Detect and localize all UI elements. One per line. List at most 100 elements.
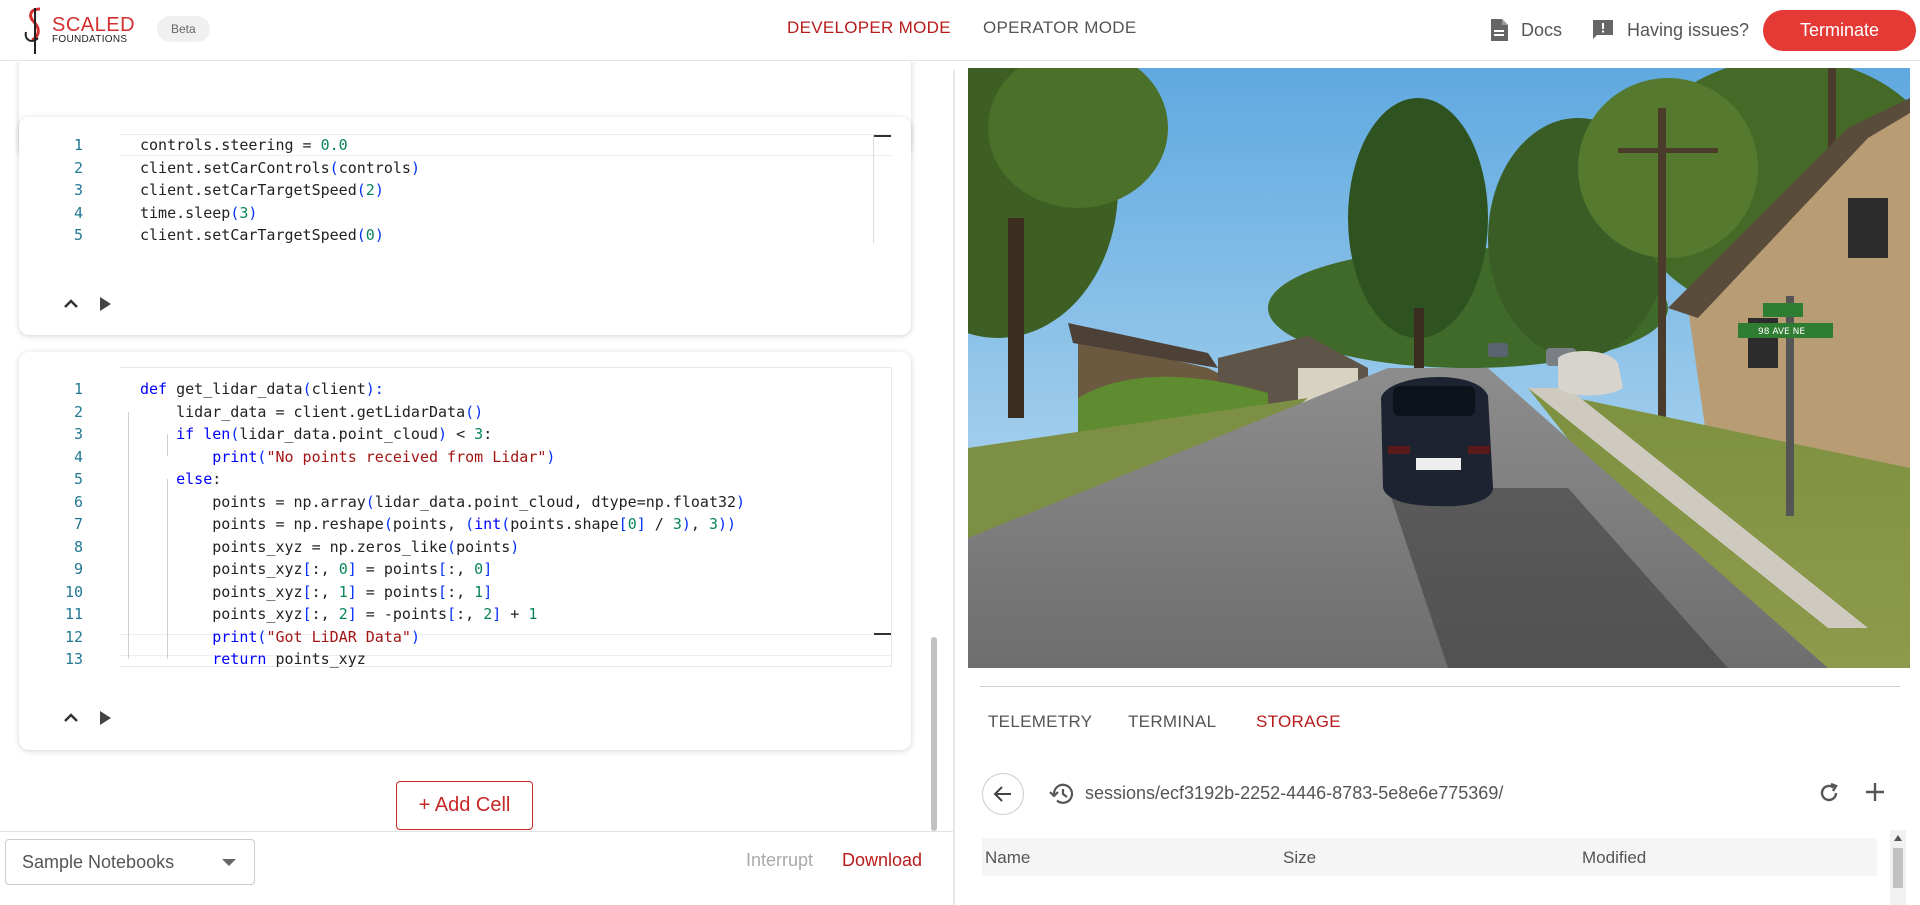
line-number: 6 <box>73 492 83 511</box>
code-text: return points_xyz <box>140 650 366 668</box>
line-number: 13 <box>64 650 83 668</box>
docs-label: Docs <box>1521 19 1563 40</box>
code-line[interactable]: 8 points_xyz = np.zeros_like(points) <box>59 536 519 559</box>
code-text: points_xyz[:, 1] = points[:, 1] <box>140 582 493 601</box>
having-issues-label: Having issues? <box>1627 19 1750 40</box>
code-text: if len(lidar_data.point_cloud) < 3: <box>140 425 493 443</box>
chevron-up-icon[interactable] <box>61 708 81 728</box>
code-text: print("No points received from Lidar") <box>212 447 556 466</box>
tab-telemetry[interactable]: TELEMETRY <box>988 712 1092 732</box>
history-icon <box>1049 782 1075 811</box>
beta-badge: Beta <box>157 16 210 42</box>
terminate-button[interactable]: Terminate <box>1763 10 1916 51</box>
scroll-marker <box>874 633 891 635</box>
back-button[interactable] <box>982 773 1024 815</box>
code-text: print("Got LiDAR Data") <box>212 627 420 646</box>
code-line[interactable]: 3 if len(lidar_data.point_cloud) < 3: <box>59 423 492 446</box>
code-line[interactable]: 12 print("Got LiDAR Data") <box>59 626 420 649</box>
line-number: 2 <box>73 402 83 421</box>
chevron-up-icon[interactable] <box>61 294 81 314</box>
code-line[interactable]: 2 client.setCarControls(controls) <box>59 157 420 180</box>
run-cell-icon[interactable] <box>95 294 115 314</box>
storage-path: sessions/ecf3192b-2252-4446-8783-5e8e6e7… <box>1085 783 1504 803</box>
having-issues-link[interactable]: Having issues? <box>1591 16 1749 44</box>
code-text: client.setCarControls(controls) <box>140 158 420 177</box>
cell-controls <box>61 294 115 314</box>
add-cell-button[interactable]: + Add Cell <box>396 781 533 830</box>
code-line[interactable]: 1 def get_lidar_data(client): <box>59 378 384 401</box>
column-size[interactable]: Size <box>1283 848 1316 868</box>
tab-developer-mode[interactable]: DEVELOPER MODE <box>787 18 951 38</box>
line-number: 9 <box>73 560 83 578</box>
simulation-camera-view: 98 AVE NE <box>968 68 1910 668</box>
line-number: 8 <box>73 537 83 556</box>
code-line[interactable]: 11 points_xyz[:, 2] = -points[:, 2] + 1 <box>59 603 537 626</box>
code-line[interactable]: 4 print("No points received from Lidar") <box>59 446 555 469</box>
tab-terminal[interactable]: TERMINAL <box>1128 712 1216 732</box>
refresh-icon[interactable] <box>1817 781 1841 810</box>
line-number: 4 <box>73 203 83 222</box>
line-number: 3 <box>73 181 83 199</box>
code-text: time.sleep(3) <box>140 203 258 222</box>
editor-scrollbar[interactable] <box>873 135 874 243</box>
code-line[interactable]: 5 else: <box>59 468 221 491</box>
code-text: else: <box>140 470 222 488</box>
line-number: 1 <box>73 136 83 154</box>
code-text: points_xyz = np.zeros_like(points) <box>140 537 520 556</box>
scroll-up-icon[interactable] <box>1893 834 1903 842</box>
code-line[interactable]: 3 client.setCarTargetSpeed(2) <box>59 179 384 202</box>
file-table-header: Name Size Modified <box>982 838 1877 876</box>
code-text: client.setCarTargetSpeed(2) <box>140 181 384 199</box>
download-button[interactable]: Download <box>842 850 922 871</box>
code-text: points_xyz[:, 2] = -points[:, 2] + 1 <box>140 605 538 623</box>
scroll-marker <box>874 135 891 137</box>
tab-operator-mode[interactable]: OPERATOR MODE <box>983 18 1136 38</box>
code-text: def get_lidar_data(client): <box>140 380 384 398</box>
document-icon <box>1491 19 1508 41</box>
notebook-cell-1[interactable]: 1 controls.steering = 0.0 2 client.setCarCo… <box>19 117 911 335</box>
tabs-divider <box>980 686 1900 687</box>
run-cell-icon[interactable] <box>95 708 115 728</box>
docs-link[interactable]: Docs <box>1489 16 1562 44</box>
code-text: lidar_data = client.getLidarData() <box>140 402 484 421</box>
code-line[interactable]: 4 time.sleep(3) <box>59 202 257 225</box>
line-number: 10 <box>64 582 83 601</box>
add-icon[interactable] <box>1864 781 1886 808</box>
tab-storage[interactable]: STORAGE <box>1256 712 1341 732</box>
column-modified[interactable]: Modified <box>1582 848 1646 868</box>
file-table-scrollbar[interactable] <box>1890 830 1906 905</box>
scaled-foundations-logo[interactable]: SCALED FOUNDATIONS <box>22 6 135 56</box>
column-name[interactable]: Name <box>985 848 1030 868</box>
code-line[interactable]: 5 client.setCarTargetSpeed(0) <box>59 224 384 247</box>
code-text: points_xyz[:, 0] = points[:, 0] <box>140 560 493 578</box>
app-header: SCALED FOUNDATIONS Beta DEVELOPER MODE O… <box>0 0 1920 61</box>
line-number: 5 <box>73 470 83 488</box>
notebook-cell-2[interactable]: 1 def get_lidar_data(client): 2 lidar_data… <box>19 352 911 750</box>
code-line[interactable]: 9 points_xyz[:, 0] = points[:, 0] <box>59 558 492 581</box>
sample-notebooks-label: Sample Notebooks <box>22 852 175 872</box>
sample-notebooks-select[interactable]: Sample Notebooks <box>5 839 255 885</box>
interrupt-button[interactable]: Interrupt <box>746 850 813 871</box>
code-line[interactable]: 2 lidar_data = client.getLidarData() <box>59 401 483 424</box>
code-text: controls.steering = 0.0 <box>140 136 348 154</box>
line-number: 1 <box>73 380 83 398</box>
code-lines: 1 controls.steering = 0.0 2 client.setCarCo… <box>59 134 420 247</box>
panel-divider[interactable] <box>953 70 955 905</box>
notebook-scrollbar[interactable] <box>931 637 937 831</box>
code-line[interactable]: 1 controls.steering = 0.0 <box>59 134 348 157</box>
scrollbar-thumb[interactable] <box>1893 848 1903 888</box>
code-line[interactable]: 6 points = np.array(lidar_data.point_clo… <box>59 491 745 514</box>
code-lines: 1 def get_lidar_data(client): 2 lidar_data… <box>59 378 745 671</box>
street-sign-text: 98 AVE NE <box>1758 327 1805 337</box>
street-scene-image: 98 AVE NE <box>968 68 1910 668</box>
code-line[interactable]: 13 return points_xyz <box>59 648 366 671</box>
code-text: points = np.reshape(points, (int(points.… <box>140 515 737 533</box>
line-number: 12 <box>64 627 83 646</box>
code-line[interactable]: 7 points = np.reshape(points, (int(point… <box>59 513 736 536</box>
line-number: 3 <box>73 425 83 443</box>
code-text: client.setCarTargetSpeed(0) <box>140 226 384 244</box>
notebook-panel: 1 controls.steering = 0.0 2 client.setCarCo… <box>0 62 953 832</box>
feedback-icon <box>1593 20 1613 39</box>
code-line[interactable]: 10 points_xyz[:, 1] = points[:, 1] <box>59 581 492 604</box>
code-text: points = np.array(lidar_data.point_cloud… <box>140 492 746 511</box>
